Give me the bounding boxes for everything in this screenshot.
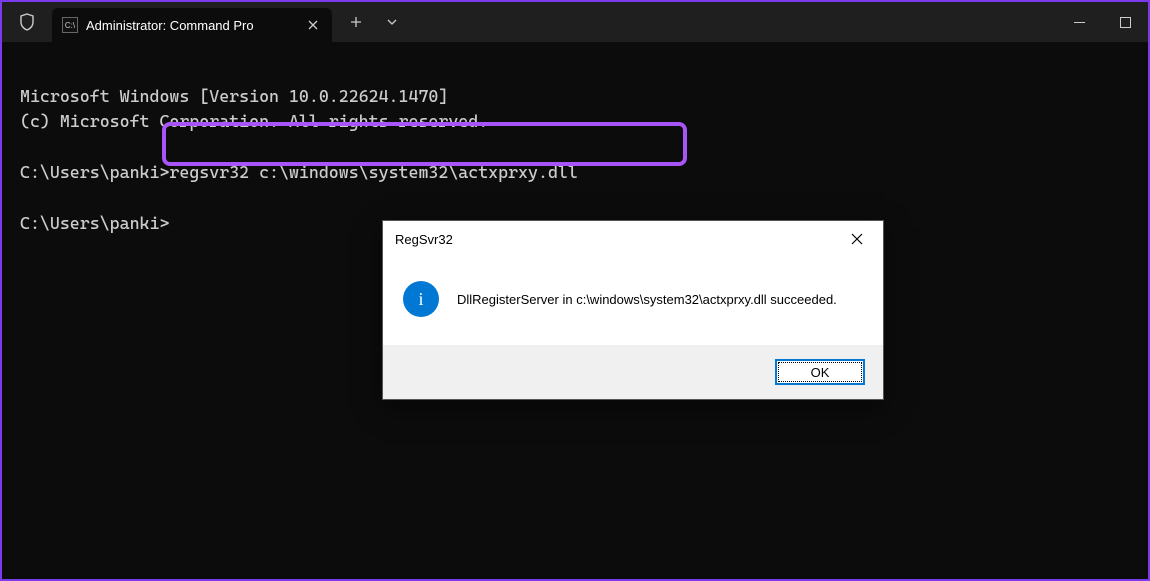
maximize-button[interactable] (1102, 2, 1148, 42)
dialog-message: DllRegisterServer in c:\windows\system32… (457, 292, 837, 307)
shield-icon (2, 2, 52, 42)
tab-dropdown-button[interactable] (374, 5, 410, 39)
dialog-close-button[interactable] (843, 225, 871, 253)
minimize-button[interactable] (1056, 2, 1102, 42)
dialog-footer: OK (383, 345, 883, 399)
tab-title: Administrator: Command Pro (86, 18, 296, 33)
regsvr32-dialog: RegSvr32 i DllRegisterServer in c:\windo… (382, 220, 884, 400)
ok-button[interactable]: OK (775, 359, 865, 385)
terminal-line: (c) Microsoft Corporation. All rights re… (20, 111, 488, 131)
dialog-titlebar[interactable]: RegSvr32 (383, 221, 883, 257)
dialog-body: i DllRegisterServer in c:\windows\system… (383, 257, 883, 345)
terminal-tab[interactable]: C:\ Administrator: Command Pro (52, 8, 332, 42)
new-tab-button[interactable] (338, 5, 374, 39)
terminal-prompt: C:\Users\panki> (20, 162, 169, 182)
dialog-title: RegSvr32 (395, 232, 453, 247)
tab-actions (338, 5, 410, 39)
window-titlebar: C:\ Administrator: Command Pro (2, 2, 1148, 42)
terminal-prompt: C:\Users\panki> (20, 213, 169, 233)
terminal-line: Microsoft Windows [Version 10.0.22624.14… (20, 86, 448, 106)
terminal-command: regsvr32 c:\windows\system32\actxprxy.dl… (169, 162, 577, 182)
cmd-icon: C:\ (62, 17, 78, 33)
close-tab-button[interactable] (304, 16, 322, 34)
info-icon: i (403, 281, 439, 317)
window-controls (1056, 2, 1148, 42)
